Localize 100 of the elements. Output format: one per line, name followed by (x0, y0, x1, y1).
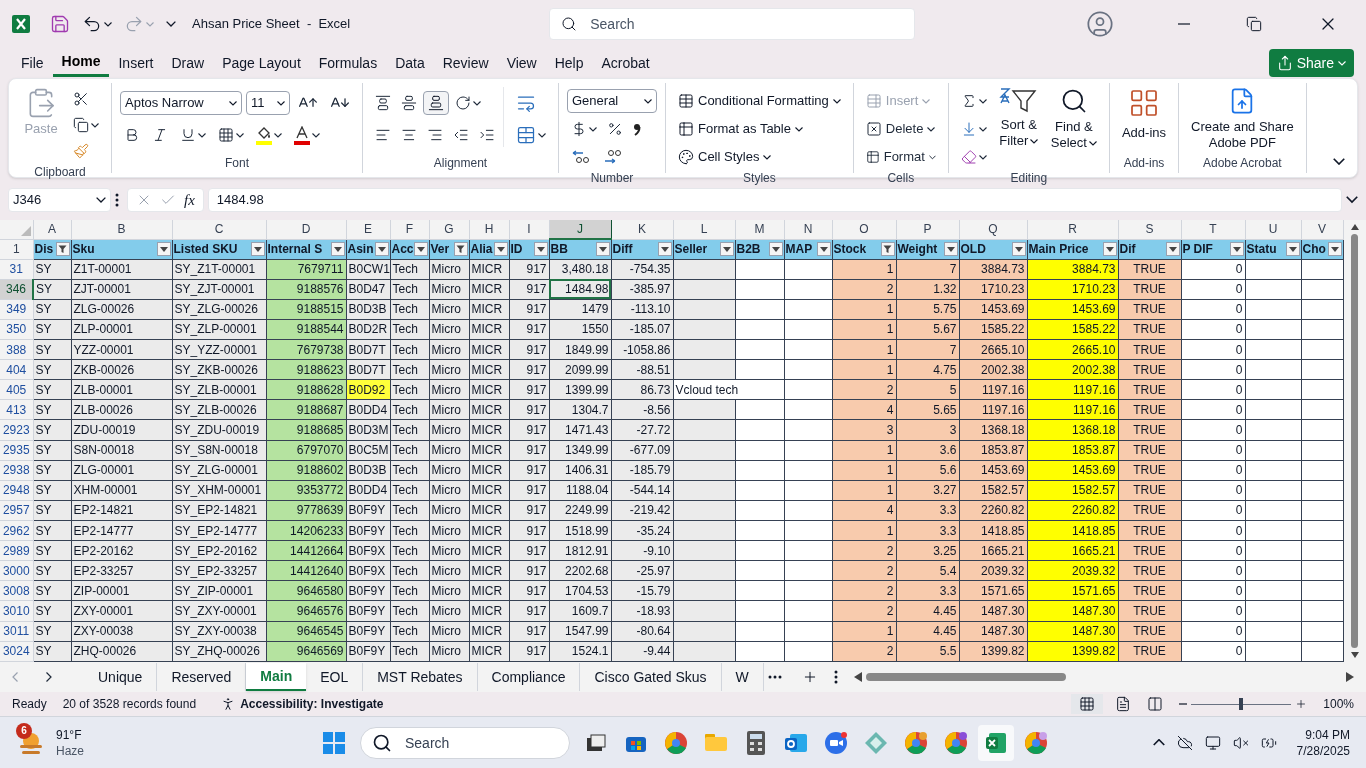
filter-button[interactable] (719, 242, 734, 257)
column-header[interactable]: G (429, 220, 469, 239)
add-ins-button[interactable]: Add-ins (1117, 87, 1170, 143)
number-format-dropdown[interactable]: General (567, 89, 657, 113)
filter-button[interactable] (943, 242, 958, 257)
filter-button[interactable] (250, 242, 265, 257)
more-sheets-icon[interactable] (767, 675, 782, 679)
find-select-button[interactable]: Find & Select (1046, 87, 1101, 151)
column-header[interactable]: B (71, 220, 172, 239)
row-header[interactable]: 3010 (0, 600, 33, 622)
row-header[interactable]: 3024 (0, 641, 33, 662)
bottom-align-button[interactable] (423, 91, 449, 115)
account-icon[interactable] (1086, 10, 1114, 38)
ribbon-tab[interactable]: Data (386, 49, 434, 77)
filter-button[interactable] (1327, 242, 1342, 257)
scroll-down-icon[interactable] (1350, 652, 1359, 658)
filter-button[interactable] (55, 242, 70, 257)
filter-button[interactable] (453, 242, 468, 257)
row-header[interactable]: 3000 (0, 560, 33, 581)
row-header[interactable]: 31 (0, 259, 33, 280)
restore-icon[interactable] (1246, 16, 1262, 32)
filter-button[interactable] (156, 242, 171, 257)
row-header[interactable]: 2935 (0, 440, 33, 461)
ribbon-tab[interactable]: Formulas (309, 49, 387, 77)
calculator-icon[interactable] (747, 730, 765, 755)
row-header[interactable]: 404 (0, 359, 33, 380)
cells-menu-button[interactable]: Format (861, 145, 940, 169)
browser-icon[interactable] (904, 730, 928, 755)
name-box[interactable]: J346 (8, 188, 111, 212)
column-header[interactable]: U (1245, 220, 1301, 239)
row-header[interactable]: 346 (0, 279, 33, 300)
ribbon-tab[interactable]: View (497, 49, 546, 77)
video-call-icon[interactable] (824, 730, 848, 755)
expand-icon[interactable] (1346, 196, 1358, 204)
row-header[interactable]: 413 (0, 399, 33, 420)
row-header[interactable]: 3008 (0, 580, 33, 601)
column-header[interactable]: M (735, 220, 784, 239)
ribbon-tab[interactable]: Help (545, 49, 593, 77)
filter-button[interactable] (657, 242, 672, 257)
sheet-tab[interactable]: Unique (84, 663, 158, 691)
filter-button[interactable] (374, 242, 389, 257)
row-header[interactable]: 388 (0, 339, 33, 360)
row-header[interactable]: 349 (0, 299, 33, 320)
styles-menu-button[interactable]: Cell Styles (674, 145, 845, 169)
task-view-icon[interactable] (586, 733, 606, 752)
formula-field[interactable]: 1484.98 (207, 188, 1342, 212)
row-header[interactable]: 2948 (0, 480, 33, 501)
zoom-in-icon[interactable] (1295, 698, 1308, 710)
filter-button[interactable] (1102, 242, 1117, 257)
browser-icon[interactable] (664, 730, 688, 755)
filter-button[interactable] (413, 242, 428, 257)
row-header[interactable]: 405 (0, 379, 33, 400)
vertical-scrollbar[interactable] (1343, 220, 1366, 662)
save-icon[interactable] (50, 14, 70, 34)
options-icon[interactable] (833, 670, 838, 684)
font-size-dropdown[interactable]: 11 (246, 91, 290, 115)
column-header[interactable]: Q (959, 220, 1027, 239)
horizontal-scrollbar[interactable] (853, 672, 1354, 682)
column-header[interactable]: J (549, 220, 611, 239)
search-field[interactable]: Search (549, 8, 916, 40)
mail-icon[interactable] (784, 732, 808, 753)
column-header[interactable]: K (611, 220, 673, 239)
create-pdf-button[interactable]: Create and Share Adobe PDF (1187, 87, 1298, 151)
column-header[interactable]: I (509, 220, 549, 239)
filter-button[interactable] (768, 242, 783, 257)
tray-expand-icon[interactable] (1152, 738, 1165, 747)
ribbon-tab[interactable]: Draw (162, 49, 214, 77)
row-header[interactable]: 350 (0, 319, 33, 340)
scroll-right-icon[interactable] (1346, 672, 1354, 682)
font-name-dropdown[interactable]: Aptos Narrow (120, 91, 242, 115)
column-header[interactable]: V (1301, 220, 1343, 239)
row-header[interactable]: 1 (0, 239, 33, 260)
styles-menu-button[interactable]: Conditional Formatting (674, 89, 845, 113)
column-header[interactable]: L (673, 220, 735, 239)
row-header[interactable]: 2957 (0, 500, 33, 521)
cloud-off-icon[interactable] (1176, 734, 1193, 751)
ribbon-tab[interactable]: Acrobat (592, 49, 659, 77)
column-header[interactable]: H (469, 220, 509, 239)
monitor-icon[interactable] (1204, 734, 1221, 751)
row-header[interactable]: 2989 (0, 540, 33, 561)
filter-button[interactable] (493, 242, 508, 257)
column-header[interactable]: C (172, 220, 266, 239)
spreadsheet-app-button[interactable] (978, 724, 1014, 761)
more-icon[interactable] (115, 193, 119, 207)
filter-button[interactable] (1285, 242, 1300, 257)
volume-muted-icon[interactable] (1232, 734, 1249, 751)
column-header[interactable]: T (1181, 220, 1245, 239)
column-header[interactable]: D (266, 220, 346, 239)
sheet-tab[interactable]: Compliance (477, 663, 581, 691)
column-header[interactable]: S (1118, 220, 1181, 239)
ribbon-tab[interactable]: Page Layout (213, 49, 310, 77)
scroll-right-icon[interactable] (46, 672, 52, 682)
sheet-tab[interactable]: Cisco Gated Skus (580, 663, 722, 691)
column-header[interactable]: E (346, 220, 390, 239)
browser-icon[interactable] (1024, 730, 1048, 755)
column-header[interactable]: F (390, 220, 429, 239)
sheet-tab[interactable]: W (721, 663, 764, 691)
filter-button[interactable] (816, 242, 831, 257)
accessibility-button[interactable]: Accessibility: Investigate (220, 695, 384, 713)
row-header[interactable]: 2962 (0, 520, 33, 541)
